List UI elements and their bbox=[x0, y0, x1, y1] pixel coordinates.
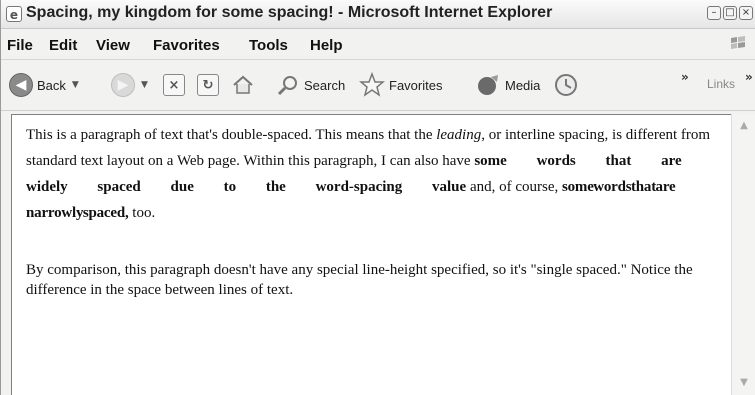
home-icon bbox=[233, 75, 253, 94]
favorites-button[interactable]: Favorites bbox=[359, 60, 442, 110]
forward-button[interactable]: ▶ ▼ bbox=[111, 60, 148, 110]
windows-flag-icon bbox=[731, 36, 745, 49]
close-button[interactable]: × bbox=[739, 6, 753, 20]
media-button[interactable]: Media bbox=[475, 60, 540, 110]
standard-toolbar: ◀ Back ▼ ▶ ▼ × ↻ Search Favorites Media … bbox=[1, 60, 755, 111]
minimize-button[interactable]: – bbox=[707, 6, 721, 20]
refresh-icon: ↻ bbox=[197, 74, 219, 96]
links-label[interactable]: Links bbox=[707, 77, 735, 91]
history-button[interactable] bbox=[553, 60, 579, 110]
forward-arrow-icon: ▶ bbox=[111, 73, 135, 97]
back-label: Back bbox=[37, 77, 66, 93]
close-icon: × bbox=[741, 7, 751, 18]
minimize-icon: – bbox=[711, 7, 717, 18]
vertical-scrollbar[interactable]: ▲ ▼ bbox=[731, 114, 755, 395]
forward-dropdown-icon[interactable]: ▼ bbox=[141, 80, 148, 90]
search-icon bbox=[277, 76, 297, 96]
title-bar: e Spacing, my kingdom for some spacing! … bbox=[1, 0, 755, 29]
window-title: Spacing, my kingdom for some spacing! - … bbox=[26, 4, 553, 21]
scroll-down-arrow-icon[interactable]: ▼ bbox=[736, 375, 752, 391]
back-dropdown-icon[interactable]: ▼ bbox=[72, 80, 79, 90]
maximize-icon: □ bbox=[725, 7, 735, 18]
menu-file[interactable]: File bbox=[7, 37, 33, 54]
p1-text-1: This is a paragraph of text that's doubl… bbox=[26, 127, 437, 143]
maximize-button[interactable]: □ bbox=[723, 6, 737, 20]
home-button[interactable] bbox=[231, 60, 255, 110]
menu-view[interactable]: View bbox=[96, 37, 130, 54]
scroll-up-arrow-icon[interactable]: ▲ bbox=[736, 118, 752, 134]
menu-tools[interactable]: Tools bbox=[249, 37, 288, 54]
history-icon bbox=[555, 74, 577, 96]
stop-button[interactable]: × bbox=[163, 60, 185, 110]
double-spaced-paragraph: This is a paragraph of text that's doubl… bbox=[26, 122, 722, 226]
back-arrow-icon: ◀ bbox=[9, 73, 33, 97]
favorites-star-icon bbox=[359, 72, 385, 97]
toolbar-chevron-icon[interactable]: » bbox=[681, 70, 689, 84]
p1-text-3: and, of course, bbox=[466, 179, 562, 195]
p1-text-4: too. bbox=[128, 205, 156, 221]
links-chevron-icon[interactable]: » bbox=[745, 70, 753, 84]
search-button[interactable]: Search bbox=[276, 60, 345, 110]
menu-edit[interactable]: Edit bbox=[49, 37, 77, 54]
search-label: Search bbox=[304, 77, 346, 93]
menu-bar: File Edit View Favorites Tools Help bbox=[1, 29, 755, 60]
browser-window: e Spacing, my kingdom for some spacing! … bbox=[0, 0, 755, 395]
leading-term: leading bbox=[436, 127, 482, 143]
menu-help[interactable]: Help bbox=[310, 37, 343, 54]
stop-icon: × bbox=[163, 74, 185, 96]
media-icon bbox=[478, 75, 498, 95]
single-spaced-paragraph: By comparison, this paragraph doesn't ha… bbox=[26, 262, 693, 298]
refresh-button[interactable]: ↻ bbox=[197, 60, 219, 110]
back-button[interactable]: ◀ Back ▼ bbox=[9, 60, 79, 110]
menu-favorites[interactable]: Favorites bbox=[153, 37, 220, 54]
ie-page-icon: e bbox=[6, 6, 22, 22]
favorites-label: Favorites bbox=[389, 77, 443, 93]
media-label: Media bbox=[505, 77, 541, 93]
page-content: This is a paragraph of text that's doubl… bbox=[11, 114, 731, 395]
